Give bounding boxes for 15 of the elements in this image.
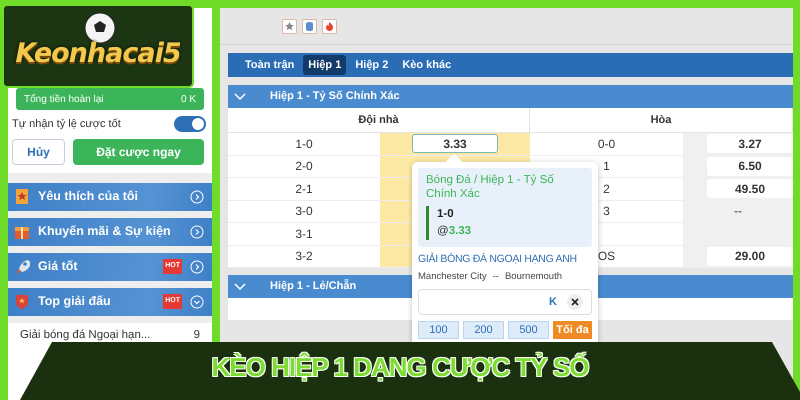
banner-title: KÈO HIỆP 1 DẠNG CƯỢC TỶ SỐ: [212, 351, 588, 384]
stake-unit: K: [549, 295, 557, 310]
logo-text: Keonhacai5: [15, 36, 181, 71]
team-name: Bournemouth: [504, 270, 562, 284]
team-name: Manchester City: [418, 270, 487, 284]
auto-odds-label: Tự nhận tỷ lệ cược tốt: [12, 117, 121, 132]
selection-label: 1-0: [437, 206, 455, 222]
odds-text: @3.33: [437, 224, 472, 239]
match-separator: --: [492, 270, 499, 284]
refund-value: 0 K: [180, 92, 196, 106]
odds-label: --: [734, 203, 742, 220]
section-title: Hiệp 1 - Tỷ Số Chính Xác: [270, 89, 400, 104]
league-count: 9: [194, 328, 200, 342]
refund-label: Tổng tiền hoàn lại: [24, 92, 104, 106]
section-title: Hiệp 1 - Lẻ/Chẵn: [270, 278, 356, 294]
